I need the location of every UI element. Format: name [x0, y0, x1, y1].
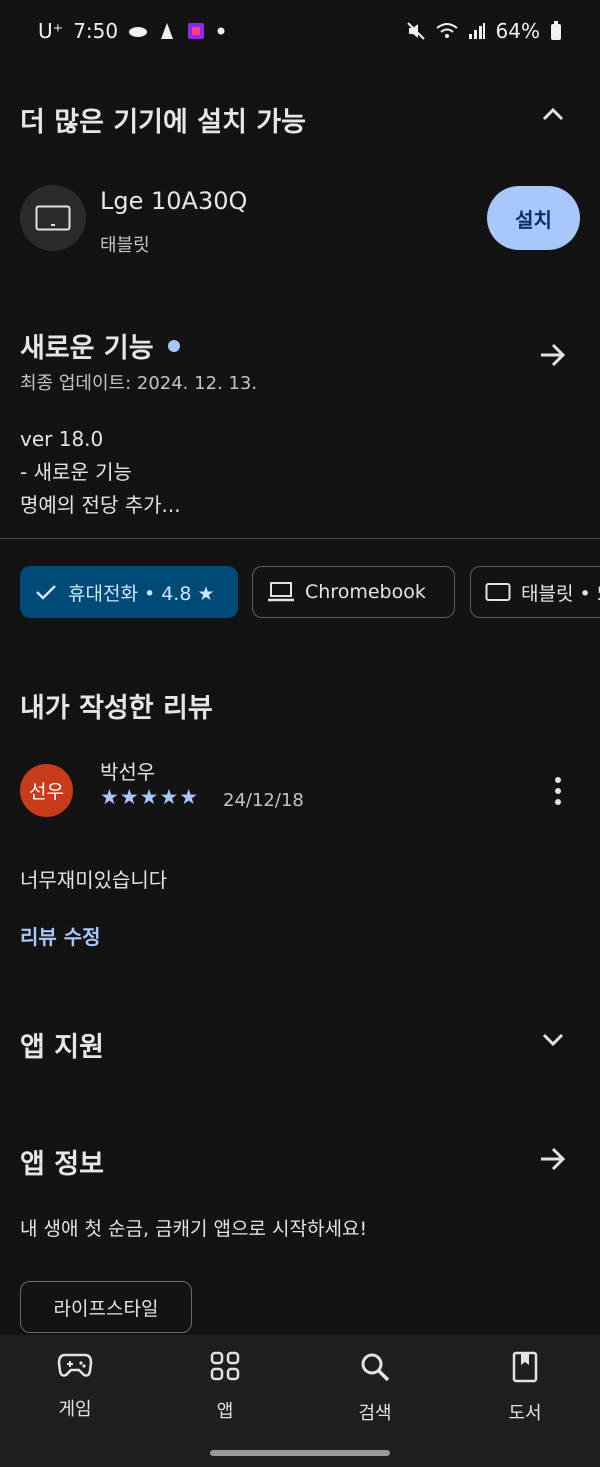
- battery-percent: 64%: [495, 19, 540, 43]
- bottom-navigation: 게임 앱 검색 도서: [0, 1335, 600, 1467]
- notes-line: - 새로운 기능: [20, 460, 132, 484]
- apps-grid-icon: [210, 1351, 240, 1381]
- devices-section-title: 더 많은 기기에 설치 가능: [20, 107, 306, 138]
- reviewer-name: 박선우: [100, 760, 156, 784]
- book-icon: [512, 1351, 538, 1383]
- last-updated: 최종 업데이트: 2024. 12. 13.: [20, 373, 258, 394]
- notes-line: 명예의 전당 추가...: [20, 493, 181, 517]
- nav-search-label: 검색: [358, 1403, 392, 1424]
- chip-tablet-label: 태블릿 • 5: [521, 582, 600, 605]
- nav-games[interactable]: 게임: [15, 1351, 135, 1421]
- app-notification-icon: [161, 23, 174, 39]
- tablet-icon: [485, 583, 511, 601]
- dot-icon: [217, 27, 225, 35]
- laptop-icon: [268, 582, 294, 602]
- chip-chromebook[interactable]: Chromebook: [252, 566, 455, 618]
- chevron-down-icon[interactable]: [540, 1030, 566, 1050]
- game-notification-icon: [188, 23, 205, 39]
- check-icon: [36, 585, 56, 600]
- avatar: 선우: [20, 764, 73, 817]
- whats-new-title: 새로운 기능: [20, 333, 154, 364]
- clock: 7:50: [73, 19, 119, 43]
- mute-icon: [406, 22, 425, 40]
- device-name: Lge 10A30Q: [100, 187, 248, 215]
- arrow-right-icon[interactable]: [538, 1144, 568, 1174]
- cloud-icon: [129, 27, 148, 37]
- review-text: 너무재미있습니다: [20, 868, 168, 892]
- nav-books-label: 도서: [508, 1403, 542, 1424]
- nav-apps[interactable]: 앱: [165, 1351, 285, 1423]
- chip-phone-label: 휴대전화 • 4.8 ★: [68, 582, 215, 605]
- whats-new-notes: ver 18.0 - 새로운 기능 명예의 전당 추가...: [20, 423, 181, 522]
- carrier-label: U⁺: [38, 19, 64, 43]
- star-rating: ★★★★★: [100, 785, 200, 809]
- install-button[interactable]: 설치: [487, 186, 580, 250]
- more-options-icon[interactable]: [548, 775, 568, 807]
- gamepad-icon: [57, 1353, 93, 1377]
- app-info-title[interactable]: 앱 정보: [20, 1142, 104, 1181]
- app-support-title[interactable]: 앱 지원: [20, 1025, 104, 1064]
- new-indicator-dot: [167, 339, 180, 352]
- arrow-right-icon[interactable]: [538, 340, 568, 370]
- nav-books[interactable]: 도서: [465, 1351, 585, 1425]
- tablet-device-icon: [20, 185, 86, 251]
- home-gesture-bar[interactable]: [210, 1450, 390, 1456]
- signal-icon: [468, 23, 485, 39]
- notes-line: ver 18.0: [20, 427, 104, 451]
- battery-icon: [551, 21, 561, 40]
- chevron-up-icon[interactable]: [540, 104, 566, 124]
- wifi-icon: [435, 23, 458, 38]
- nav-apps-label: 앱: [216, 1401, 234, 1422]
- chip-chromebook-label: Chromebook: [305, 581, 426, 603]
- device-type: 태블릿: [100, 235, 150, 256]
- category-tag[interactable]: 라이프스타일: [20, 1281, 192, 1333]
- tablet-icon: [35, 205, 71, 231]
- whats-new-header[interactable]: 새로운 기능: [20, 326, 180, 365]
- search-icon: [361, 1353, 390, 1382]
- chip-phone[interactable]: 휴대전화 • 4.8 ★: [20, 566, 238, 618]
- my-review-title: 내가 작성한 리뷰: [20, 693, 213, 724]
- nav-search[interactable]: 검색: [315, 1351, 435, 1425]
- chip-tablet[interactable]: 태블릿 • 5: [470, 566, 600, 618]
- edit-review-link[interactable]: 리뷰 수정: [20, 921, 101, 950]
- nav-games-label: 게임: [58, 1399, 92, 1420]
- status-bar: U⁺ 7:50 64%: [0, 0, 600, 64]
- app-description: 내 생애 첫 순금, 금캐기 앱으로 시작하세요!: [20, 1218, 368, 1240]
- review-date: 24/12/18: [223, 790, 304, 811]
- divider: [0, 538, 600, 539]
